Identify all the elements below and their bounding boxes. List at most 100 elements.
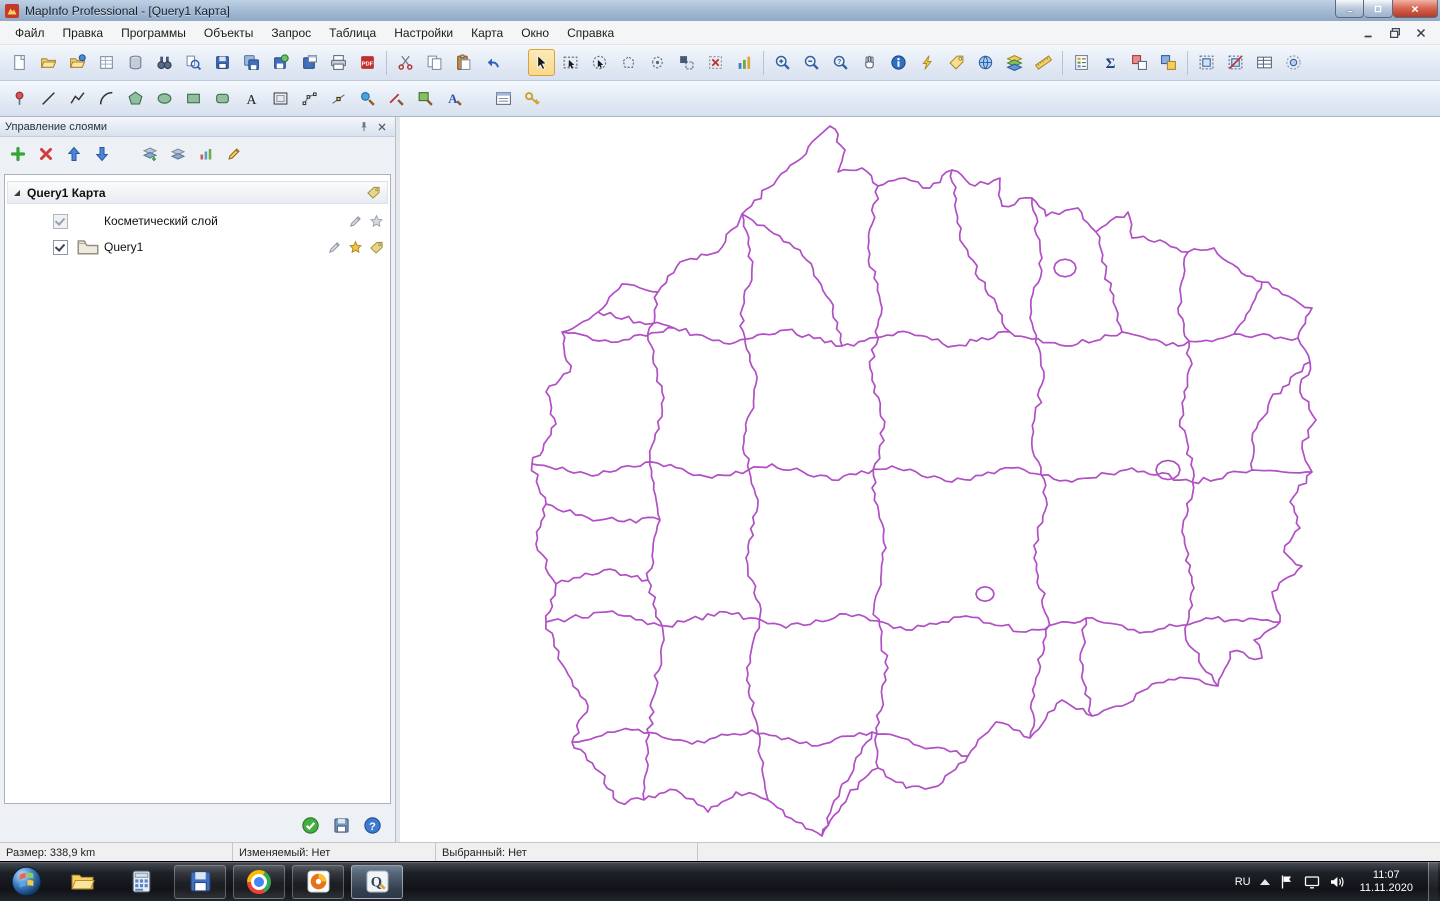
select-rect-button[interactable]	[557, 49, 584, 76]
zoom-out-button[interactable]	[798, 49, 825, 76]
close-button[interactable]	[1393, 0, 1438, 18]
volume-icon[interactable]	[1329, 874, 1345, 890]
open-table-button[interactable]	[93, 49, 120, 76]
rectangle-tool-button[interactable]	[180, 85, 207, 112]
taskbar-explorer-button[interactable]	[56, 865, 108, 899]
show-hidden-icons-button[interactable]	[1260, 879, 1270, 885]
undo-button[interactable]	[479, 49, 506, 76]
taskbar-save-app-button[interactable]	[174, 865, 226, 899]
mapbasic-key-button[interactable]	[519, 85, 546, 112]
select-arrow-button[interactable]	[528, 49, 555, 76]
menu-help[interactable]: Справка	[558, 22, 623, 44]
map-window[interactable]	[400, 117, 1440, 842]
start-button[interactable]	[6, 862, 46, 901]
cut-button[interactable]	[392, 49, 419, 76]
save-button[interactable]	[209, 49, 236, 76]
invert-selection-button[interactable]	[673, 49, 700, 76]
add-layer-button[interactable]	[5, 141, 31, 167]
show-desktop-button[interactable]	[1428, 862, 1438, 901]
expander-icon[interactable]	[14, 190, 20, 196]
ruler-button[interactable]	[1030, 49, 1057, 76]
line-style-button[interactable]	[383, 85, 410, 112]
save-workspace-button[interactable]	[267, 49, 294, 76]
open-button[interactable]	[35, 49, 62, 76]
line-tool-button[interactable]	[35, 85, 62, 112]
layer-visibility-checkbox[interactable]	[53, 214, 68, 229]
legend-button[interactable]	[1068, 49, 1095, 76]
set-target-district-button[interactable]	[1126, 49, 1153, 76]
paste-button[interactable]	[450, 49, 477, 76]
pack-layers-button[interactable]	[165, 141, 191, 167]
edit-labels-button[interactable]	[221, 141, 247, 167]
add-node-tool-button[interactable]	[325, 85, 352, 112]
polyline-tool-button[interactable]	[64, 85, 91, 112]
reshape-tool-button[interactable]	[296, 85, 323, 112]
drag-map-button[interactable]	[972, 49, 999, 76]
text-tool-button[interactable]: A	[238, 85, 265, 112]
find-button[interactable]	[151, 49, 178, 76]
hotlink-button[interactable]	[914, 49, 941, 76]
snapshot-button[interactable]	[330, 814, 352, 836]
taskbar-calculator-button[interactable]	[115, 865, 167, 899]
zoom-in-button[interactable]	[769, 49, 796, 76]
close-panel-button[interactable]	[374, 119, 390, 134]
layer-visibility-checkbox[interactable]	[53, 240, 68, 255]
symbol-style-button[interactable]	[354, 85, 381, 112]
buffer-objects-button[interactable]	[1280, 49, 1307, 76]
insert-group-button[interactable]	[137, 141, 163, 167]
new-button[interactable]	[6, 49, 33, 76]
browser-window-button[interactable]	[490, 85, 517, 112]
layer-control-button[interactable]	[1001, 49, 1028, 76]
menu-options[interactable]: Настройки	[385, 22, 462, 44]
statistics-button[interactable]: Σ	[1097, 49, 1124, 76]
table-list-button[interactable]	[1251, 49, 1278, 76]
print-button[interactable]	[325, 49, 352, 76]
pin-panel-button[interactable]	[356, 119, 372, 134]
remove-layer-button[interactable]	[33, 141, 59, 167]
menu-file[interactable]: Файл	[6, 22, 54, 44]
save-window-button[interactable]	[296, 49, 323, 76]
open-dbms-button[interactable]	[122, 49, 149, 76]
thematic-map-button[interactable]	[193, 141, 219, 167]
open-workspace-button[interactable]	[64, 49, 91, 76]
taskbar-chrome-button[interactable]	[233, 865, 285, 899]
status-editable-layer[interactable]: Изменяемый: Нет	[233, 843, 436, 862]
ellipse-tool-button[interactable]	[151, 85, 178, 112]
clip-region-button[interactable]	[1193, 49, 1220, 76]
menu-programs[interactable]: Программы	[112, 22, 195, 44]
save-copy-button[interactable]	[238, 49, 265, 76]
layer-row-icons[interactable]	[327, 240, 384, 255]
region-style-button[interactable]	[412, 85, 439, 112]
mdi-minimize-button[interactable]	[1358, 24, 1380, 42]
map-canvas[interactable]	[400, 117, 1440, 842]
minimize-button[interactable]	[1335, 0, 1364, 18]
apply-button[interactable]	[299, 814, 321, 836]
layer-row-icons[interactable]	[348, 214, 384, 229]
menu-edit[interactable]: Правка	[54, 22, 113, 44]
taskbar-orange-app-button[interactable]	[292, 865, 344, 899]
restore-button[interactable]	[1364, 0, 1393, 18]
label-tool-button[interactable]	[943, 49, 970, 76]
zoom-question-button[interactable]: ?	[827, 49, 854, 76]
assign-district-button[interactable]	[1155, 49, 1182, 76]
pan-button[interactable]	[856, 49, 883, 76]
select-radius-button[interactable]	[586, 49, 613, 76]
action-center-icon[interactable]	[1279, 874, 1295, 890]
arc-tool-button[interactable]	[93, 85, 120, 112]
unselect-all-button[interactable]	[702, 49, 729, 76]
layer-row-query1[interactable]: Query1	[5, 234, 390, 260]
status-selection[interactable]: Выбранный: Нет	[436, 843, 698, 862]
symbol-tool-button[interactable]	[6, 85, 33, 112]
menu-map[interactable]: Карта	[462, 22, 512, 44]
text-style-button[interactable]: A	[441, 85, 468, 112]
taskbar-mapinfo-button[interactable]: Q	[351, 865, 403, 899]
menu-window[interactable]: Окно	[512, 22, 558, 44]
copy-button[interactable]	[421, 49, 448, 76]
layer-group-row[interactable]: Query1 Карта	[7, 181, 388, 204]
select-polygon-button[interactable]	[615, 49, 642, 76]
find-selection-button[interactable]	[180, 49, 207, 76]
select-graph-button[interactable]	[731, 49, 758, 76]
export-pdf-button[interactable]: PDF	[354, 49, 381, 76]
menu-objects[interactable]: Объекты	[195, 22, 263, 44]
clip-toggle-button[interactable]	[1222, 49, 1249, 76]
